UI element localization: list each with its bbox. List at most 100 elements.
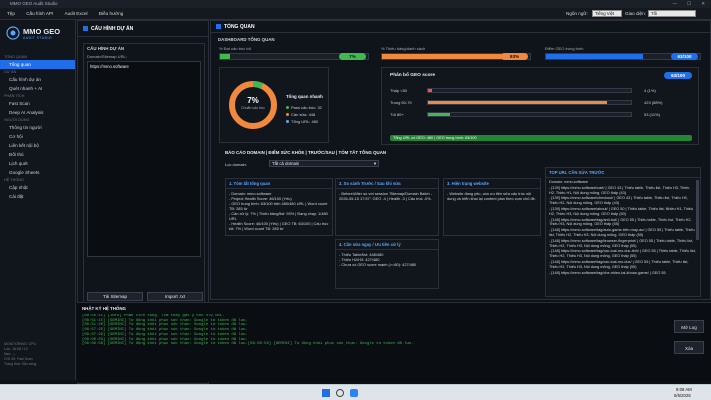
- search-icon[interactable]: [336, 389, 344, 397]
- sidebar-item[interactable]: Cập nhật: [0, 183, 75, 192]
- sidebar-item[interactable]: Đối thủ: [0, 150, 75, 159]
- system-log-panel: NHẬT KÝ HỆ THỐNG [08:50:11] [INFO] Phân …: [77, 302, 711, 382]
- distribution-summary-bar: Tổng URL có GEO: 480 | GEO trung bình: 6…: [390, 135, 692, 141]
- report-card-line: - Cần xử lý: 7% | Thiếu bảng/list: 93% |…: [229, 211, 328, 221]
- start-icon[interactable]: [322, 389, 330, 397]
- metric-bar-fill: [546, 54, 644, 59]
- chevron-down-icon: ▾: [373, 161, 376, 166]
- sidebar-item[interactable]: Quét nhanh + AI: [0, 84, 75, 93]
- language-label: Ngôn ngữ:: [566, 11, 588, 16]
- domain-filter-select[interactable]: Tất cả domain ▾: [269, 160, 379, 167]
- distribution-summary: Tổng URL có GEO: 480 | GEO trung bình: 6…: [393, 136, 477, 140]
- top-url-card: TOP URL CẦN SỬA TRƯỚC Domain: mmo.softwa…: [545, 167, 701, 297]
- distribution-row-label: Tốt 80+: [390, 112, 404, 117]
- menu-audit-excel[interactable]: Audit Excel: [65, 11, 88, 16]
- overview-icon: [216, 24, 221, 29]
- top-url-item: - [148] https://mmo.software/tag/auto-ga…: [549, 228, 695, 237]
- metric-value: 63/100: [671, 53, 698, 60]
- report-card-title: 1. Tóm tắt tổng quan: [226, 179, 332, 189]
- app-icon[interactable]: [350, 389, 358, 397]
- domain-textarea[interactable]: https://mmo.software: [87, 61, 201, 257]
- taskbar-date: 5/6/2026: [674, 393, 691, 398]
- distribution-bar: [427, 112, 632, 117]
- sidebar-item[interactable]: Deep AI Analysis: [0, 108, 75, 117]
- load-sitemap-button[interactable]: Tải Sitemap: [87, 292, 143, 301]
- panel-header: CẤU HÌNH DỰ ÁN: [78, 21, 208, 37]
- sidebar-item[interactable]: Liên kết nội bộ: [0, 141, 75, 150]
- maximize-button[interactable]: ☐: [687, 0, 691, 8]
- overview-text: Pass cấu trúc: 32: [291, 105, 322, 110]
- top-url-item: - [148] https://mmo.software/tag/che-nhi…: [549, 270, 666, 275]
- distribution-badge: 63/100: [664, 72, 692, 79]
- gauge-card: 7% Chuẩn cấu trúc Tổng quan nhanh Pass c…: [219, 67, 329, 143]
- status-dot-icon: [286, 106, 289, 109]
- sidebar: MMO GEO AUDIT STUDIO TỔNG QUAN Tổng quan D…: [0, 20, 76, 380]
- status-dot-icon: [286, 113, 289, 116]
- sidebar-item[interactable]: Cơ hội: [0, 132, 75, 141]
- overview-item: Tổng URL: 480: [286, 118, 322, 125]
- menu-api-config[interactable]: Cấu hình API: [26, 11, 53, 16]
- domain-filter-label: Lọc domain:: [225, 162, 247, 167]
- log-output[interactable]: [08:50:11] [INFO] Phân tích xong. Tìm th…: [82, 314, 668, 380]
- sidebar-item[interactable]: Lịch quét: [0, 159, 75, 168]
- window-title: MMO GEO Audit Studio: [10, 1, 58, 6]
- taskbar: 9:08 AM 5/6/2026: [0, 384, 711, 400]
- theme-label: Giao diện:: [625, 11, 646, 16]
- sidebar-item[interactable]: Fast Scan: [0, 99, 75, 108]
- minimize-button[interactable]: —: [673, 0, 678, 8]
- distribution-row-label: Trung 50-79: [390, 100, 412, 105]
- clear-log-button[interactable]: Xóa: [674, 341, 704, 354]
- sidebar-item[interactable]: Cấu hình dự án: [0, 75, 75, 84]
- config-section-title: CẤU HÌNH DỰ ÁN: [87, 46, 125, 51]
- top-url-scrollbar[interactable]: [696, 180, 699, 240]
- quick-overview-list: Pass cấu trúc: 32 Cần sửa: 448 Tổng URL: 4…: [286, 104, 322, 125]
- top-url-list[interactable]: Domain: mmo.software - [139] https://mmo.…: [546, 178, 700, 278]
- theme-select[interactable]: Tối: [648, 10, 696, 17]
- window-title-bar: MMO GEO Audit Studio — ☐ ✕: [0, 0, 711, 8]
- report-card-body: - Before/After so với session 'Sitemap/D…: [336, 189, 438, 203]
- report-card-line: - Website đang yếu, cần ưu tiên sửa cấu …: [447, 191, 536, 201]
- metric-bar-fill: [220, 54, 231, 59]
- top-url-item: - [148] https://mmo.software/tag/anti-bo…: [549, 217, 692, 227]
- quick-overview-title: Tổng quan nhanh: [286, 94, 323, 99]
- top-url-item: - [139] https://mmo.software/cart/ | GEO…: [549, 185, 690, 195]
- metric-label: % Đạt cấu trúc tốt: [219, 46, 251, 51]
- language-select[interactable]: Tiếng Việt: [592, 10, 622, 17]
- domain-filter-value: Tất cả domain: [272, 161, 300, 166]
- top-url-title: TOP URL CẦN SỬA TRƯỚC: [546, 168, 700, 178]
- close-window-button[interactable]: ✕: [701, 0, 705, 8]
- top-url-item: - [148] https://mmo.software/tag/browser…: [549, 238, 694, 248]
- overview-text: Cần sửa: 448: [291, 112, 316, 117]
- sidebar-status: MONITORING: CPU Lưu: 16:08 / 10 Nav: — CHI …: [4, 342, 74, 367]
- sidebar-item[interactable]: Thông tin người: [0, 123, 75, 132]
- main-panel: TỔNG QUAN DASHBOARD TỔNG QUAN % Đạt cấu …: [210, 20, 711, 300]
- config-icon: [83, 26, 88, 31]
- top-url-item: Domain: mmo.software: [549, 180, 589, 184]
- sidebar-item[interactable]: Tổng quan: [0, 60, 75, 69]
- metric-bar-fill: [382, 54, 520, 59]
- report-card-body: - Domain: mmo.software - Project Health S…: [226, 189, 332, 233]
- distribution-row-count: 423 (88%): [644, 100, 663, 105]
- overview-item: Cần sửa: 448: [286, 111, 322, 118]
- log-line: [09:09:58] [GEMINI] Tự động khôi phục sứ…: [82, 342, 414, 347]
- logo-title: MMO GEO: [23, 26, 61, 36]
- distribution-bar: [427, 100, 632, 105]
- menu-file[interactable]: Tệp: [7, 11, 15, 16]
- report-card-line: - GEO trung bình: 63/100 trên 480/480 UR…: [229, 201, 328, 211]
- metric-value: 7%: [339, 53, 366, 60]
- report-title: BÁO CÁO DOMAIN | ĐIỂM SỨC KHỎE | TRƯỚC/S…: [225, 150, 387, 155]
- distribution-row-count: 4 (1%): [644, 88, 656, 93]
- sidebar-item[interactable]: Cài đặt: [0, 192, 75, 201]
- taskbar-time: 9:08 AM: [676, 387, 692, 392]
- report-card: 1. Tóm tắt tổng quan - Domain: mmo.softwa…: [225, 178, 333, 236]
- menu-bar: Tệp Cấu hình API Audit Excel Điều hướng …: [0, 8, 711, 20]
- menu-navigation[interactable]: Điều hướng: [99, 11, 123, 16]
- top-url-item: - [148] https://mmo.software/tag/cac-loa…: [549, 249, 696, 259]
- report-card-line: - Health Score: 46/100 (Yếu) | GEO TB: 6…: [229, 221, 329, 231]
- open-log-button[interactable]: Mở Log: [674, 320, 704, 333]
- log-title: NHẬT KÝ HỆ THỐNG: [82, 306, 126, 311]
- import-txt-button[interactable]: Import .txt: [147, 292, 203, 301]
- gauge-percent: 7%: [247, 96, 259, 105]
- sidebar-item[interactable]: Google Sheets: [0, 168, 75, 177]
- report-card-title: 2. So sánh Trước / Sau khi sửa: [336, 179, 438, 189]
